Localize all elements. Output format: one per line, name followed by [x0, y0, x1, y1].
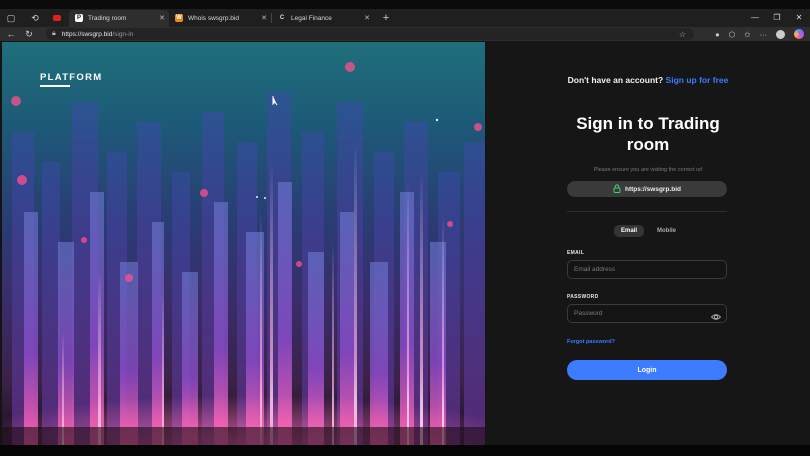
email-label: EMAIL	[567, 250, 585, 256]
new-tab-button[interactable]: +	[378, 10, 394, 26]
tab-actions-icon[interactable]: ▢	[3, 10, 19, 26]
window-controls: — ❐ ✕	[744, 9, 810, 27]
minimize-icon[interactable]: —	[744, 9, 766, 27]
browser-window: ▢ ⟲ P Trading room ✕ W Whois swsgrp.bid …	[0, 0, 810, 456]
close-tab-icon[interactable]: ✕	[261, 14, 267, 22]
maximize-icon[interactable]: ❐	[766, 9, 788, 27]
password-label: PASSWORD	[567, 294, 599, 300]
password-field[interactable]	[574, 310, 704, 317]
logo-underline	[40, 85, 70, 87]
close-tab-icon[interactable]: ✕	[364, 14, 370, 22]
url-notice: Please ensure you are visiting the corre…	[593, 167, 703, 173]
sign-in-panel: Don't have an account? Sign up for free …	[486, 41, 810, 445]
platform-logo[interactable]: PLATFORM	[40, 72, 102, 83]
title-line-2: room	[626, 135, 670, 154]
history-icon[interactable]: ⟲	[27, 10, 43, 26]
email-field[interactable]	[574, 266, 704, 273]
tab-favicon-icon: P	[75, 14, 83, 22]
password-field-wrapper	[567, 304, 727, 323]
tab-trading-room[interactable]: P Trading room ✕	[69, 9, 169, 27]
verified-url: https://swsgrp.bid	[625, 185, 681, 193]
address-bar[interactable]: 🔒︎ https://swsgrp.bid/sign-in ☆	[46, 28, 694, 40]
title-line-1: Sign in to Trading	[576, 114, 720, 133]
divider	[567, 211, 727, 212]
favorite-star-icon[interactable]: ☆	[679, 30, 686, 39]
forgot-password-link[interactable]: Forgot password?	[567, 339, 615, 345]
url-path: /sign-in	[112, 30, 134, 38]
signup-prompt: Don't have an account? Sign up for free	[486, 75, 810, 85]
hero-image: PLATFORM	[2, 42, 485, 445]
tab-email[interactable]: Email	[614, 225, 645, 237]
address-toolbar: ← ↻ 🔒︎ https://swsgrp.bid/sign-in ☆ ● ⬡ …	[0, 27, 810, 41]
profile-avatar[interactable]	[776, 29, 785, 39]
signup-link[interactable]: Sign up for free	[666, 75, 729, 85]
youtube-pinned-tab-icon[interactable]	[49, 10, 65, 26]
site-info-icon[interactable]: 🔒︎	[52, 30, 56, 38]
favorites-icon[interactable]: ✩	[744, 30, 750, 39]
tab-strip: ▢ ⟲ P Trading room ✕ W Whois swsgrp.bid …	[0, 9, 810, 27]
show-password-icon[interactable]	[710, 309, 722, 320]
back-icon[interactable]: ←	[2, 29, 20, 39]
login-button[interactable]: Login	[567, 360, 727, 380]
tab-favicon-icon: W	[175, 14, 183, 22]
tab-label: Whois swsgrp.bid	[188, 14, 239, 22]
login-method-tabs: Email Mobile	[614, 225, 683, 237]
signup-question: Don't have an account?	[567, 75, 664, 85]
padlock-icon	[613, 183, 621, 195]
page-content: PLATFORM Don't have an account? Sign up …	[0, 41, 810, 445]
more-menu-icon[interactable]: ···	[760, 30, 768, 39]
tab-legal-finance[interactable]: C Legal Finance ✕	[272, 10, 374, 27]
extensions-icon[interactable]: ⬡	[729, 30, 736, 39]
browser-tools: ● ⬡ ✩ ···	[715, 27, 804, 41]
page-title: Sign in to Trading room	[486, 113, 810, 155]
close-tab-icon[interactable]: ✕	[159, 14, 165, 22]
city-skyline-illustration	[2, 62, 485, 445]
tab-label: Legal Finance	[291, 14, 332, 22]
email-field-wrapper	[567, 260, 727, 279]
tab-label: Trading room	[88, 14, 127, 22]
url-host: https://swsgrp.bid	[61, 30, 113, 38]
refresh-icon[interactable]: ↻	[20, 29, 38, 40]
tab-mobile[interactable]: Mobile	[650, 225, 683, 237]
copilot-icon[interactable]	[794, 29, 804, 39]
close-window-icon[interactable]: ✕	[788, 9, 810, 27]
tab-whois[interactable]: W Whois swsgrp.bid ✕	[169, 10, 271, 27]
verified-url-badge: https://swsgrp.bid	[567, 181, 727, 197]
bottom-border	[0, 445, 810, 456]
extension-dot-icon[interactable]: ●	[715, 30, 720, 39]
tab-favicon-icon: C	[279, 15, 285, 21]
